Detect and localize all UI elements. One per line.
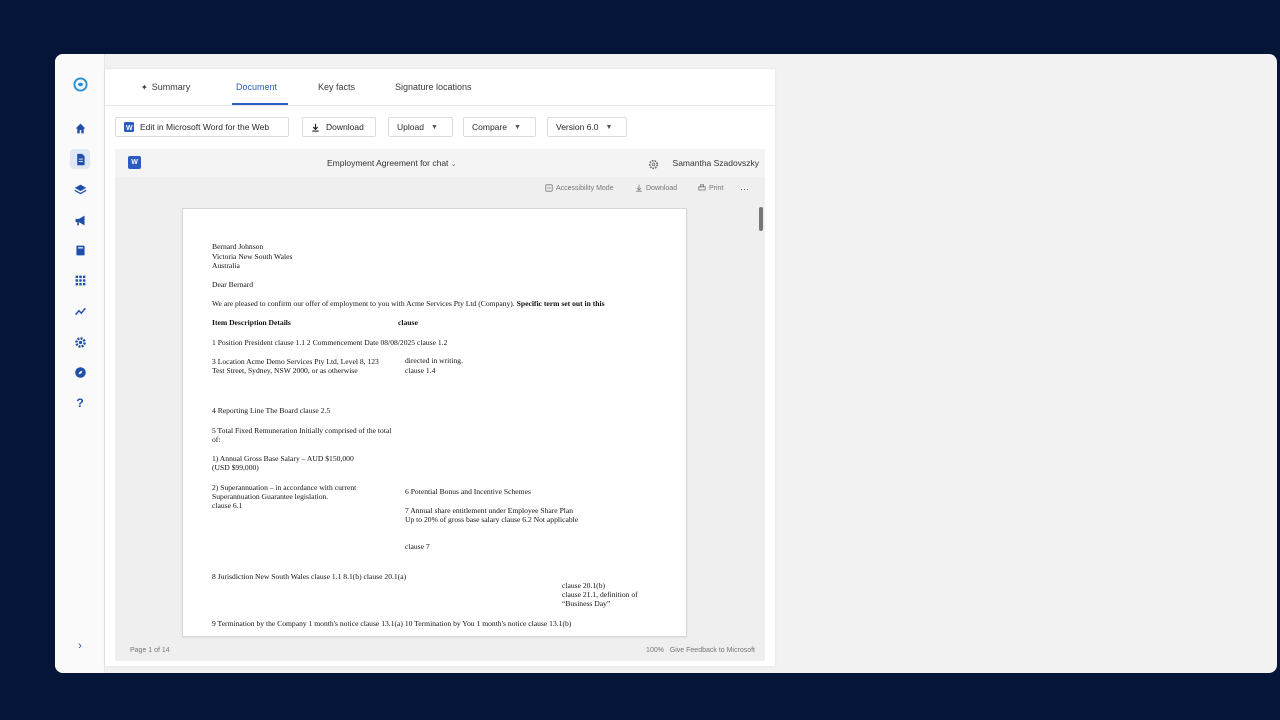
feedback-link[interactable]: Give Feedback to Microsoft	[670, 647, 755, 654]
settings-icon[interactable]	[70, 332, 90, 352]
gear-icon[interactable]	[648, 157, 659, 175]
tab-summary[interactable]: ✦ Summary	[141, 82, 190, 92]
tab-bar: ✦ Summary Document Key facts Signature lo…	[105, 69, 775, 106]
svg-text:W: W	[126, 125, 133, 132]
word-viewer: W Employment Agreement for chat ⌄ Samant…	[115, 149, 765, 661]
table-cell: Up to 20% of gross base salary clause 6.…	[405, 515, 579, 524]
table-cell: directed in writing.	[405, 356, 463, 365]
help-icon[interactable]: ?	[70, 393, 90, 413]
sparkle-icon: ✦	[141, 83, 148, 92]
download-button[interactable]: Download	[302, 117, 376, 137]
tab-signature-locations[interactable]: Signature locations	[395, 82, 472, 92]
table-row: (USD $99,000)	[212, 463, 259, 472]
active-tab-indicator	[232, 103, 288, 105]
logo-icon[interactable]	[70, 74, 90, 94]
table-row: 5 Total Fixed Remuneration Initially com…	[212, 426, 392, 435]
megaphone-icon[interactable]	[70, 210, 90, 230]
page-indicator: Page 1 of 14	[130, 647, 170, 654]
table-row: 9 Termination by the Company 1 month's n…	[212, 619, 572, 628]
tab-document[interactable]: Document	[236, 82, 277, 92]
table-row: 1 Position President clause 1.1 2 Commen…	[212, 338, 448, 347]
accessibility-mode-button[interactable]: Accessibility Mode	[545, 184, 614, 192]
print-icon	[698, 184, 706, 191]
user-name[interactable]: Samantha Szadovszky	[673, 158, 759, 168]
footer-right: 100% Give Feedback to Microsoft	[646, 647, 755, 654]
table-row: 8 Jurisdiction New South Wales clause 1.…	[212, 572, 407, 581]
table-row: of:	[212, 435, 221, 444]
edit-in-word-button[interactable]: W Edit in Microsoft Word for the Web	[115, 117, 289, 137]
nav-rail: ? ›	[55, 54, 105, 673]
table-header-item: Item Description Details	[212, 318, 291, 327]
document-icon[interactable]	[70, 149, 90, 169]
more-options-button[interactable]: ···	[740, 184, 749, 194]
table-cell: clause 7	[405, 542, 430, 551]
document-panel: ✦ Summary Document Key facts Signature lo…	[105, 69, 775, 666]
layers-icon[interactable]	[70, 179, 90, 199]
accessibility-icon	[545, 184, 553, 192]
table-header-clause: clause	[398, 318, 418, 327]
version-select[interactable]: Version 6.0 ▼	[547, 117, 627, 137]
chevron-down-icon: ▼	[605, 123, 613, 131]
print-button[interactable]: Print	[698, 184, 723, 192]
chevron-down-icon: ⌄	[450, 161, 457, 168]
chart-icon[interactable]	[70, 301, 90, 321]
table-row: 4 Reporting Line The Board clause 2.5	[212, 406, 331, 415]
home-icon[interactable]	[70, 118, 90, 138]
chevron-down-icon: ▼	[430, 123, 438, 131]
table-row: Test Street, Sydney, NSW 2000, or as oth…	[212, 366, 358, 375]
word-icon: W	[124, 122, 134, 132]
tab-key-facts[interactable]: Key facts	[318, 82, 355, 92]
download-icon	[636, 184, 642, 192]
scrollbar[interactable]	[759, 207, 763, 231]
table-row: clause 6.1	[212, 501, 243, 510]
book-icon[interactable]	[70, 240, 90, 260]
upload-button[interactable]: Upload ▼	[388, 117, 453, 137]
grid-icon[interactable]	[70, 270, 90, 290]
zoom-level[interactable]: 100%	[646, 647, 664, 654]
viewer-toolbar: Accessibility Mode Download Print ···	[115, 177, 765, 199]
compare-button[interactable]: Compare ▼	[463, 117, 536, 137]
document-title[interactable]: Employment Agreement for chat ⌄	[327, 158, 457, 168]
expand-icon[interactable]: ›	[70, 636, 90, 656]
document-page: Bernard Johnson Victoria New South Wales…	[182, 208, 687, 637]
table-cell: clause 1.4	[405, 366, 436, 375]
address-line: Australia	[212, 261, 240, 270]
download-icon	[311, 123, 320, 132]
app-window: ? › ✦ Summary Document Key facts Signatur…	[55, 54, 1277, 673]
word-logo-icon: W	[128, 156, 141, 169]
table-cell: “Business Day”	[562, 599, 611, 608]
address-line: Bernard Johnson	[212, 242, 264, 251]
intro-paragraph: We are pleased to confirm our offer of e…	[212, 299, 605, 308]
compass-icon[interactable]	[70, 362, 90, 382]
viewer-download-button[interactable]: Download	[635, 184, 677, 192]
table-cell: 6 Potential Bonus and Incentive Schemes	[405, 487, 531, 496]
viewer-footer: Page 1 of 14 100% Give Feedback to Micro…	[115, 641, 765, 661]
greeting: Dear Bernard	[212, 280, 254, 289]
chevron-down-icon: ▼	[513, 123, 521, 131]
viewer-header: W Employment Agreement for chat ⌄ Samant…	[115, 149, 765, 177]
